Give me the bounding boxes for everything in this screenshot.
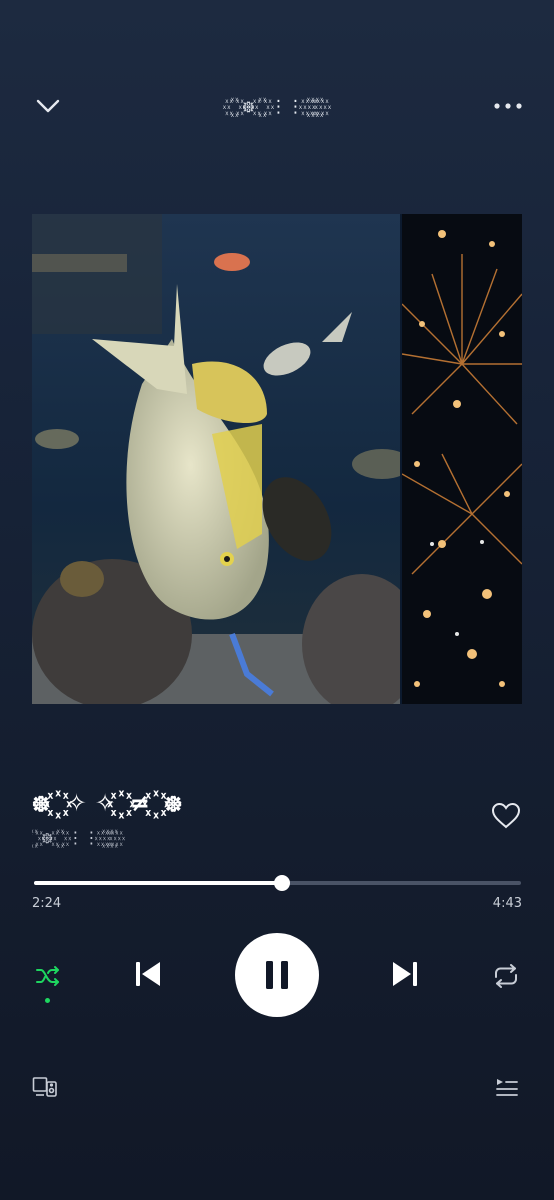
heart-icon[interactable] bbox=[488, 798, 524, 834]
elapsed-time: 2:24 bbox=[32, 896, 62, 911]
progress-bar[interactable] bbox=[34, 874, 521, 892]
pause-button[interactable] bbox=[235, 933, 319, 1017]
album-artwork bbox=[32, 214, 522, 704]
track-title: ᪥ ꙰ ✧ ✧ ꙰ ≠ ꙰ ᪥ bbox=[32, 789, 183, 817]
aquarium-photo bbox=[32, 214, 400, 704]
skip-next-icon[interactable] bbox=[385, 954, 425, 994]
shuffle-active-indicator bbox=[45, 998, 50, 1003]
queue-icon[interactable] bbox=[492, 1072, 522, 1102]
more-options-icon[interactable] bbox=[488, 88, 528, 124]
fireworks-photo bbox=[402, 214, 522, 704]
connect-devices-icon[interactable] bbox=[30, 1072, 60, 1102]
shuffle-icon[interactable] bbox=[30, 958, 66, 994]
skip-previous-icon[interactable] bbox=[128, 954, 168, 994]
chevron-down-icon[interactable] bbox=[30, 88, 66, 124]
progress-fill bbox=[34, 881, 282, 885]
playlist-title: ꙰ ꙰ ᪥ ꙰ ꙰ ⋮⋮ ꙰ ꙰ ꙰ ꙰ bbox=[232, 97, 322, 117]
total-duration: 4:43 bbox=[492, 896, 522, 911]
progress-handle[interactable] bbox=[273, 875, 290, 891]
track-artist[interactable]: ꙰ ꙰ ᪥ ꙰ ꙰ ⋮⋮ ꙰ ꙰ ꙰ ꙰ bbox=[32, 826, 462, 852]
repeat-icon[interactable] bbox=[488, 958, 524, 994]
